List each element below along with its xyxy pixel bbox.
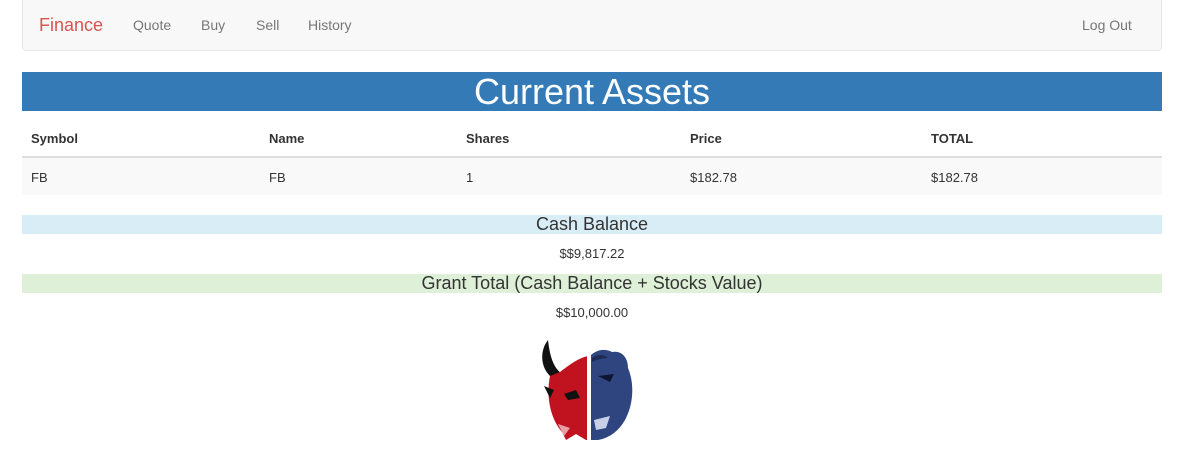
nav-sell[interactable]: Sell bbox=[256, 17, 279, 33]
logout-link[interactable]: Log Out bbox=[1082, 17, 1132, 33]
cell-symbol: FB bbox=[31, 170, 48, 185]
cell-price: $182.78 bbox=[690, 170, 737, 185]
brand-link[interactable]: Finance bbox=[39, 15, 103, 36]
table-row bbox=[22, 158, 1162, 195]
cell-name: FB bbox=[269, 170, 286, 185]
navbar: Finance Quote Buy Sell History Log Out bbox=[22, 0, 1162, 51]
column-header-name: Name bbox=[269, 131, 305, 146]
column-header-total: TOTAL bbox=[931, 131, 974, 146]
cash-balance-value: $$9,817.22 bbox=[559, 246, 625, 261]
column-header-price: Price bbox=[690, 131, 722, 146]
page-title: Current Assets bbox=[22, 72, 1162, 111]
nav-quote[interactable]: Quote bbox=[133, 17, 171, 33]
cell-total: $182.78 bbox=[931, 170, 978, 185]
cell-shares: 1 bbox=[466, 170, 474, 185]
nav-history[interactable]: History bbox=[308, 17, 352, 33]
nav-buy[interactable]: Buy bbox=[201, 17, 225, 33]
column-header-shares: Shares bbox=[466, 131, 510, 146]
column-header-symbol: Symbol bbox=[31, 131, 78, 146]
cash-balance-heading: Cash Balance bbox=[22, 215, 1162, 234]
grand-total-value: $$10,000.00 bbox=[555, 305, 629, 320]
grand-total-heading: Grant Total (Cash Balance + Stocks Value… bbox=[22, 274, 1162, 293]
bull-bear-icon bbox=[542, 340, 633, 442]
